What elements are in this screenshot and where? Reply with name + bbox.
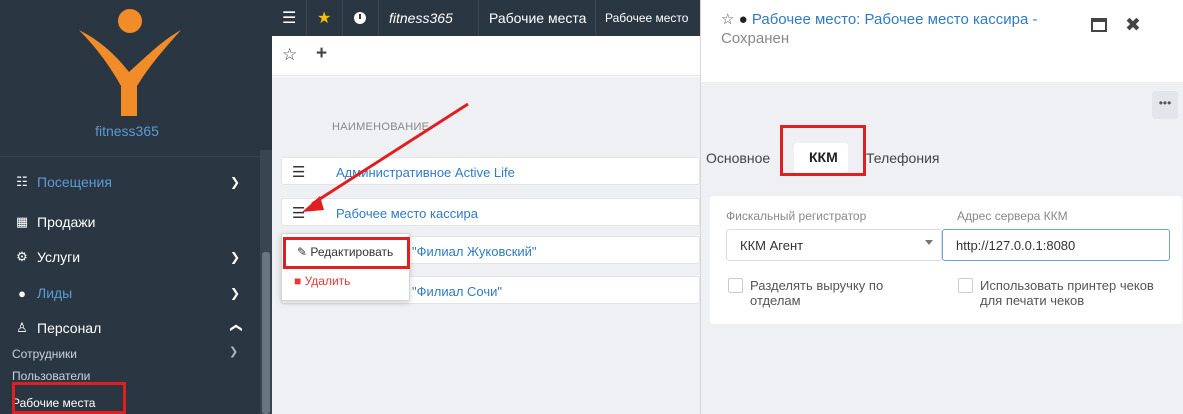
panel-title-text: Рабочее место: Рабочее место кассира - xyxy=(751,11,1038,28)
divider xyxy=(342,0,343,36)
divider xyxy=(478,0,479,36)
divider xyxy=(378,0,379,36)
calendar-icon: ☷ xyxy=(16,174,28,189)
delete-menu-item[interactable]: ■ Удалить xyxy=(294,274,350,288)
gear-icon: ⚙ xyxy=(16,249,28,264)
fiscal-label: Фискальный регистратор xyxy=(726,209,867,223)
use-printer-checkbox[interactable] xyxy=(958,278,973,293)
tab-main[interactable]: Основное xyxy=(706,150,770,166)
delete-label: Удалить xyxy=(304,274,351,288)
sidebar-item-services[interactable]: ⚙ Услуги ❯ xyxy=(0,240,254,274)
sidebar-item-staff[interactable]: ♙ Персонал ❯ xyxy=(0,311,254,345)
split-revenue-checkbox[interactable] xyxy=(728,278,743,293)
sidebar-item-visits[interactable]: ☷ Посещения ❯ xyxy=(0,165,254,199)
chevron-up-icon: ❯ xyxy=(227,322,242,334)
panel-status: Сохранен xyxy=(721,30,790,47)
chevron-down-icon: ❯ xyxy=(229,175,240,189)
star-icon[interactable]: ★ xyxy=(317,0,331,36)
divider xyxy=(306,0,307,36)
arrow-annotation xyxy=(302,102,469,212)
highlight-box xyxy=(12,382,126,414)
sidebar-item-label: Продажи xyxy=(37,214,96,230)
server-address-input[interactable] xyxy=(942,229,1170,261)
server-label: Адрес сервера ККМ xyxy=(957,209,1068,223)
people-icon: ♙ xyxy=(16,320,28,335)
fiscal-select-value: ККМ Агент xyxy=(740,238,804,253)
scrollbar-thumb[interactable] xyxy=(262,252,270,414)
person-icon: ● xyxy=(18,285,26,301)
sidebar-item-label: Посещения xyxy=(37,174,112,190)
list-toolbar: ☆ + xyxy=(272,36,700,76)
clock-icon[interactable] xyxy=(354,0,366,36)
tab-telephony[interactable]: Телефония xyxy=(866,150,939,166)
logo[interactable]: fitness365 xyxy=(0,0,272,158)
split-revenue-label: Разделять выручку по отделам xyxy=(750,278,884,308)
maximize-icon[interactable] xyxy=(1091,18,1107,32)
logo-figure-icon xyxy=(79,9,181,116)
use-printer-label: Использовать принтер чеков для печати че… xyxy=(980,278,1154,308)
chevron-down-icon: ❯ xyxy=(229,286,240,300)
status-dot-icon: ● xyxy=(738,11,748,28)
star-outline-icon[interactable]: ☆ xyxy=(721,11,734,28)
sidebar-subitem-employees[interactable]: Сотрудники xyxy=(12,347,77,361)
panel-title: ☆ ● Рабочее место: Рабочее место кассира… xyxy=(721,9,1101,30)
tab-workplace[interactable]: Рабочее место xyxy=(605,0,688,36)
brand-link[interactable]: fitness365 xyxy=(389,0,453,36)
row-name[interactable]: "Филиал Жуковский" xyxy=(412,244,537,259)
tab-workplaces[interactable]: Рабочие места xyxy=(489,0,586,36)
sidebar-item-label: Лиды xyxy=(37,285,73,301)
sidebar-item-leads[interactable]: ● Лиды ❯ xyxy=(0,276,254,310)
cash-register-icon: ▦ xyxy=(15,214,29,229)
fiscal-select[interactable]: ККМ Агент xyxy=(726,229,942,261)
top-bar: ☰ ★ fitness365 Рабочие места Рабочее мес… xyxy=(272,0,700,36)
sidebar-divider xyxy=(0,156,260,157)
add-icon[interactable]: + xyxy=(316,43,327,65)
sidebar-item-label: Услуги xyxy=(37,249,81,265)
brand-name: fitness365 xyxy=(389,10,453,26)
star-outline-icon[interactable]: ☆ xyxy=(282,45,297,65)
highlight-box xyxy=(780,125,866,176)
sidebar-item-label: Персонал xyxy=(37,320,102,336)
highlight-box xyxy=(283,237,410,269)
sidebar-item-sales[interactable]: ▦ Продажи xyxy=(0,205,254,239)
close-icon[interactable]: ✖ xyxy=(1125,14,1141,37)
trash-icon: ■ xyxy=(294,274,302,288)
sidebar-subitem-users[interactable]: Пользователи xyxy=(12,369,90,383)
chevron-down-icon: ❯ xyxy=(229,250,240,264)
caret-down-icon xyxy=(925,240,933,245)
logo-text: fitness365 xyxy=(95,123,159,139)
divider xyxy=(595,0,596,36)
panel-header: ☆ ● Рабочее место: Рабочее место кассира… xyxy=(701,0,1183,82)
row-name[interactable]: "Филиал Сочи" xyxy=(412,284,502,299)
chevron-down-icon: ❯ xyxy=(229,346,239,358)
menu-icon[interactable]: ☰ xyxy=(282,0,296,36)
more-button[interactable]: ••• xyxy=(1152,91,1178,119)
